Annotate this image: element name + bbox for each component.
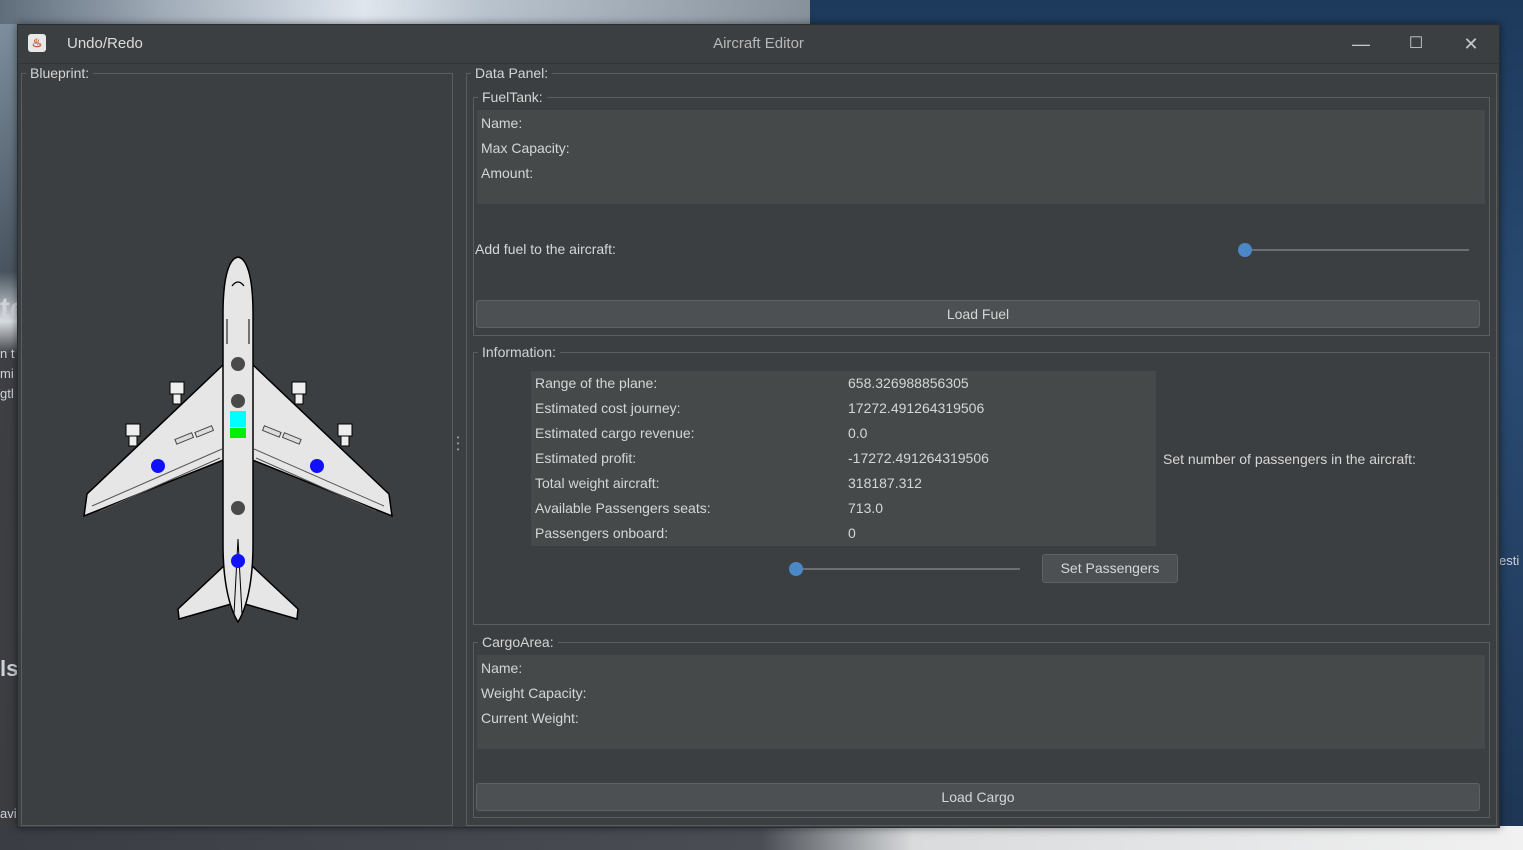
passenger-slider-track[interactable]: [794, 568, 1020, 570]
seat-marker: [231, 501, 245, 515]
background-text: ls: [0, 656, 19, 681]
desktop-background-top: [0, 0, 810, 24]
info-row-value: 17272.491264319506: [848, 400, 985, 416]
background-text: esti: [1499, 553, 1520, 568]
aircraft-editor-window: ♨ Undo/Redo Aircraft Editor — ☐ ✕ Bluepr…: [17, 24, 1500, 828]
info-row-label: Available Passengers seats:: [535, 500, 711, 516]
seat-marker: [231, 357, 245, 371]
fuel-slider-thumb[interactable]: [1238, 243, 1252, 257]
background-text: avi: [0, 806, 17, 821]
desktop-background-bottom: [0, 826, 1523, 850]
cargo-area-marker: [231, 554, 245, 568]
info-row-label: Estimated profit:: [535, 450, 637, 466]
fuel-amount-label: Amount:: [481, 165, 534, 181]
aircraft-blueprint[interactable]: [22, 74, 452, 825]
fuel-tank-marker: [230, 428, 246, 438]
blueprint-panel: Blueprint:: [21, 65, 453, 826]
info-row-value: -17272.491264319506: [848, 450, 989, 466]
background-text: mi: [0, 366, 14, 381]
info-row-label: Total weight aircraft:: [535, 475, 660, 491]
fuel-max-capacity-label: Max Capacity:: [481, 140, 570, 156]
cargo-name-label: Name:: [481, 660, 523, 676]
title-bar[interactable]: ♨ Undo/Redo Aircraft Editor — ☐ ✕: [18, 25, 1499, 64]
passenger-slider-thumb[interactable]: [789, 562, 803, 576]
information-label: Information:: [478, 344, 560, 360]
add-fuel-label: Add fuel to the aircraft:: [475, 241, 616, 257]
info-row-value: 318187.312: [848, 475, 922, 491]
information-table: Range of the plane: 658.326988856305 Est…: [531, 371, 1156, 546]
info-row-value: 713.0: [848, 500, 884, 516]
cargo-area-label: CargoArea:: [478, 634, 558, 650]
info-row-label: Estimated cost journey:: [535, 400, 681, 416]
data-panel-label: Data Panel:: [471, 65, 553, 81]
window-title: Aircraft Editor: [713, 35, 804, 52]
info-row-value: 0.0: [848, 425, 868, 441]
set-passengers-button[interactable]: Set Passengers: [1042, 554, 1178, 583]
fuel-tank-label: FuelTank:: [478, 89, 547, 105]
load-cargo-button[interactable]: Load Cargo: [476, 783, 1480, 811]
cargo-weight-capacity-label: Weight Capacity:: [481, 685, 587, 701]
info-row-label: Range of the plane:: [535, 375, 658, 391]
cargo-area-properties: Name: Weight Capacity: Current Weight:: [477, 655, 1485, 749]
fuel-slider-track[interactable]: [1246, 249, 1469, 251]
maximize-icon[interactable]: ☐: [1393, 29, 1439, 59]
seat-marker: [231, 394, 245, 408]
info-row-label: Estimated cargo revenue:: [535, 425, 695, 441]
info-row-value: 658.326988856305: [848, 375, 969, 391]
fuel-name-label: Name:: [481, 115, 523, 131]
minimize-icon[interactable]: —: [1338, 29, 1384, 59]
cargo-area-marker: [310, 459, 324, 473]
fuel-tank-properties: Name: Max Capacity: Amount:: [477, 110, 1485, 204]
cargo-area-group: CargoArea: Name: Weight Capacity: Curren…: [473, 634, 1490, 818]
load-fuel-button[interactable]: Load Fuel: [476, 300, 1480, 328]
close-icon[interactable]: ✕: [1448, 29, 1494, 59]
cargo-current-weight-label: Current Weight:: [481, 710, 579, 726]
fuel-tank-marker: [230, 411, 246, 427]
background-text: gtl: [0, 386, 14, 401]
right-wing: [249, 362, 393, 518]
data-panel: Data Panel: FuelTank: Name: Max Capacity…: [466, 65, 1497, 826]
info-row-label: Passengers onboard:: [535, 525, 669, 541]
info-row-value: 0: [848, 525, 856, 541]
left-wing: [83, 362, 227, 518]
set-passengers-label: Set number of passengers in the aircraft…: [1163, 451, 1416, 467]
desktop-background-left: [0, 24, 18, 850]
split-pane-divider[interactable]: • • •: [455, 434, 461, 454]
fuel-tank-group: FuelTank: Name: Max Capacity: Amount: Ad…: [473, 89, 1490, 336]
information-group: Information: Range of the plane: 658.326…: [473, 344, 1490, 625]
cargo-area-marker: [151, 459, 165, 473]
background-text: n t: [0, 346, 15, 361]
